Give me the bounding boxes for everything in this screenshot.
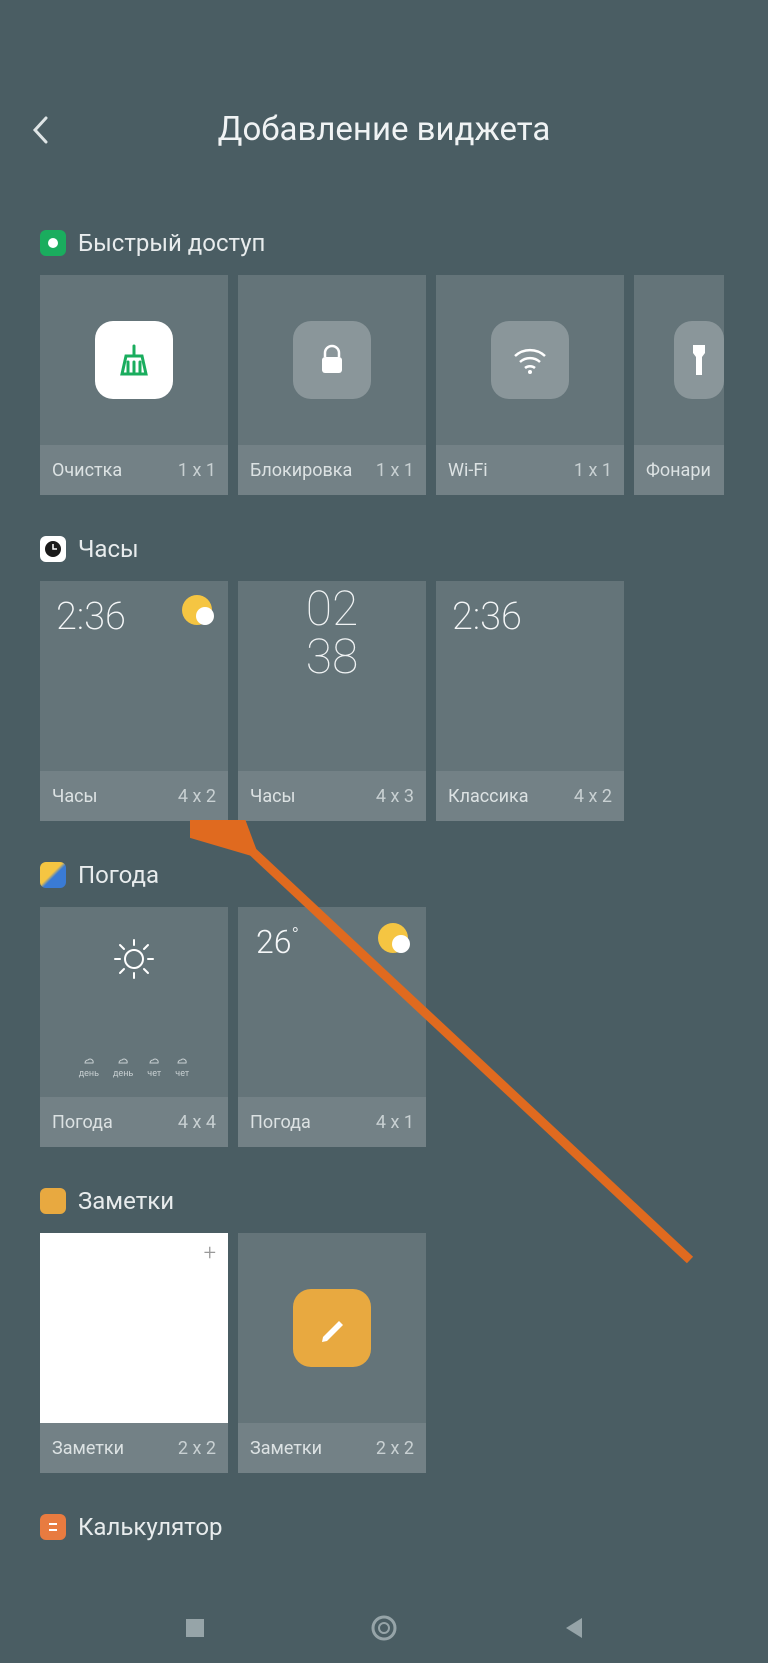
card-size: 4 x 4: [178, 1112, 216, 1133]
section-label: Заметки: [78, 1187, 174, 1215]
clock-time: 2:36: [452, 595, 608, 639]
page-title: Добавление виджета: [30, 110, 738, 149]
widget-card-notes-list[interactable]: + Заметки 2 x 2: [40, 1233, 228, 1473]
weather-temp: 26: [256, 923, 292, 1081]
card-size: 1 x 1: [574, 460, 612, 481]
notes-section-icon: [40, 1188, 66, 1214]
card-size: 2 x 2: [178, 1438, 216, 1459]
widget-card-blokirovka[interactable]: Блокировка 1 x 1: [238, 275, 426, 495]
card-size: 1 x 1: [376, 460, 414, 481]
card-name: Часы: [52, 786, 98, 807]
section-label: Погода: [78, 861, 159, 889]
clock-section-icon: [40, 536, 66, 562]
widget-card-weather-4x1[interactable]: 26 Погода 4 x 1: [238, 907, 426, 1147]
card-name: Заметки: [52, 1438, 124, 1459]
card-name: Классика: [448, 786, 529, 807]
wifi-icon: [491, 321, 569, 399]
quick-access-icon: [40, 230, 66, 256]
card-name: Блокировка: [250, 460, 352, 481]
broom-icon: [95, 321, 173, 399]
widget-card-fonarik[interactable]: Фонарик: [634, 275, 724, 495]
section-label: Быстрый доступ: [78, 229, 265, 257]
widget-card-weather-4x4[interactable]: день день чет чет Погода 4 x 4: [40, 907, 228, 1147]
card-name: Очистка: [52, 460, 122, 481]
card-name: Часы: [250, 786, 296, 807]
card-name: Заметки: [250, 1438, 322, 1459]
section-label: Калькулятор: [78, 1513, 223, 1541]
card-name: Фонарик: [646, 460, 712, 481]
nav-recents-button[interactable]: [175, 1608, 215, 1648]
card-size: 4 x 3: [376, 786, 414, 807]
add-note-icon: +: [204, 1241, 216, 1266]
clock-time: 02 38: [306, 585, 359, 681]
widget-card-clock-4x2[interactable]: 2:36 Часы 4 x 2: [40, 581, 228, 821]
section-clock: Часы 2:36 Часы 4 x 2: [40, 535, 728, 821]
widget-card-clock-classic[interactable]: 2:36 Классика 4 x 2: [436, 581, 624, 821]
lock-icon: [293, 321, 371, 399]
flashlight-icon: [674, 321, 724, 399]
widget-card-clock-4x3[interactable]: 02 38 Часы 4 x 3: [238, 581, 426, 821]
notes-preview: +: [40, 1233, 228, 1423]
widget-card-ochistka[interactable]: Очистка 1 x 1: [40, 275, 228, 495]
sun-icon: [112, 937, 156, 981]
card-size: 4 x 2: [574, 786, 612, 807]
card-name: Погода: [250, 1112, 311, 1133]
nav-home-button[interactable]: [364, 1608, 404, 1648]
card-size: 4 x 2: [178, 786, 216, 807]
clock-time: 2:36: [56, 595, 126, 639]
forecast-row: день день чет чет: [79, 1055, 190, 1079]
nav-bar: [0, 1593, 768, 1663]
section-notes: Заметки + Заметки 2 x 2: [40, 1187, 728, 1473]
calculator-section-icon: [40, 1514, 66, 1540]
notes-app-icon: [293, 1289, 371, 1367]
section-label: Часы: [78, 535, 139, 563]
widget-card-wifi[interactable]: Wi-Fi 1 x 1: [436, 275, 624, 495]
nav-back-button[interactable]: [553, 1608, 593, 1648]
section-quick-access: Быстрый доступ Очистка 1 x 1: [40, 229, 728, 495]
weather-section-icon: [40, 862, 66, 888]
card-name: Погода: [52, 1112, 113, 1133]
card-size: 4 x 1: [376, 1112, 414, 1133]
sun-icon: [182, 595, 212, 625]
card-name: Wi-Fi: [448, 460, 488, 481]
section-weather: Погода: [40, 861, 728, 1147]
sun-icon: [378, 923, 408, 953]
header: Добавление виджета: [0, 0, 768, 189]
card-size: 2 x 2: [376, 1438, 414, 1459]
widget-card-notes-icon[interactable]: Заметки 2 x 2: [238, 1233, 426, 1473]
card-size: 1 x 1: [178, 460, 216, 481]
